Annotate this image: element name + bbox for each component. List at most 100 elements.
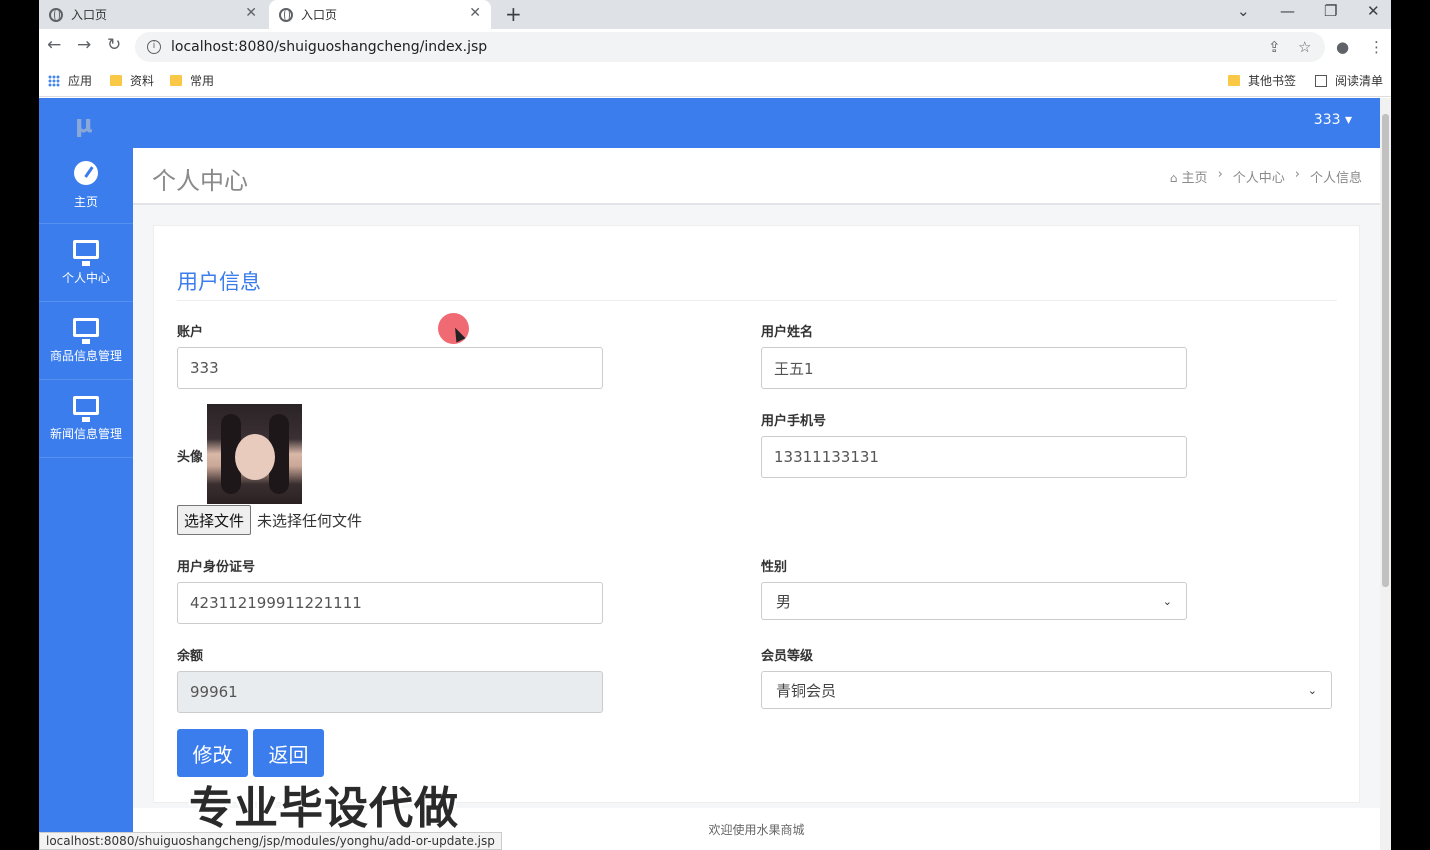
bookmark-label: 常用 [190, 74, 215, 88]
restore-icon[interactable]: ❐ [1324, 2, 1337, 20]
balance-input [177, 671, 603, 713]
breadcrumb-item[interactable]: 个人中心 [1233, 167, 1285, 186]
breadcrumb-current: 个人信息 [1309, 171, 1362, 186]
sidebar-item-label: 新闻信息管理 [49, 426, 122, 441]
bookmark-label: 资料 [130, 74, 155, 88]
name-input[interactable] [761, 347, 1187, 389]
monitor-icon [73, 317, 99, 344]
idcard-input[interactable] [177, 582, 603, 624]
breadcrumb: ⌂ 主页 › 个人中心 › 个人信息 [1170, 167, 1362, 186]
breadcrumb-separator: › [1294, 167, 1300, 182]
app-logo[interactable]: μ [75, 110, 93, 138]
account-input[interactable] [177, 347, 603, 389]
minimize-icon[interactable]: — [1280, 2, 1295, 20]
globe-icon [49, 7, 63, 22]
level-label: 会员等级 [761, 649, 814, 664]
bookmark-other[interactable]: 其他书签 [1228, 72, 1296, 89]
choose-file-button[interactable]: 选择文件 [177, 505, 252, 535]
tab-search-icon[interactable]: ⌄ [1237, 2, 1250, 20]
menu-icon[interactable]: ⋮ [1369, 38, 1384, 56]
idcard-label: 用户身份证号 [177, 560, 256, 575]
bookmarks-bar: 应用 资料 常用 其他书签 阅读清单 [39, 65, 1391, 97]
chevron-down-icon: ⌄ [1162, 594, 1172, 608]
avatar-image [207, 404, 302, 504]
bookmark-apps[interactable]: 应用 [48, 72, 92, 89]
close-tab-icon[interactable]: ✕ [469, 5, 481, 21]
share-icon[interactable]: ⇪ [1268, 38, 1281, 56]
mouse-pointer-icon [450, 325, 466, 343]
sidebar: 主页 个人中心 商品信息管理 新闻信息管理 [39, 148, 133, 850]
tab-title: 入口页 [301, 8, 338, 22]
submit-button[interactable]: 修改 [177, 729, 248, 777]
breadcrumb-separator: › [1217, 167, 1223, 182]
bookmark-label: 应用 [68, 74, 93, 88]
page-header: 个人中心 ⌂ 主页 › 个人中心 › 个人信息 [133, 148, 1380, 205]
folder-icon [110, 75, 122, 86]
close-window-icon[interactable]: ✕ [1367, 2, 1380, 20]
bookmark-folder[interactable]: 常用 [170, 72, 214, 89]
page-scrollbar[interactable] [1380, 98, 1391, 850]
name-label: 用户姓名 [761, 325, 814, 340]
avatar-label: 头像 [177, 450, 204, 465]
gender-value: 男 [776, 592, 792, 611]
profile-icon[interactable]: ● [1336, 38, 1349, 56]
phone-input[interactable] [761, 436, 1187, 478]
divider [177, 300, 1337, 301]
file-status: 未选择任何文件 [257, 512, 363, 530]
reading-list-icon [1315, 74, 1327, 87]
main-content: 个人中心 ⌂ 主页 › 个人中心 › 个人信息 用户信息 账户 用户姓名 头像 [133, 148, 1380, 850]
sidebar-item-label: 商品信息管理 [49, 348, 122, 363]
sidebar-item-news-management[interactable]: 新闻信息管理 [39, 380, 133, 458]
level-select[interactable]: 青铜会员 ⌄ [761, 671, 1332, 709]
bookmark-label: 阅读清单 [1335, 74, 1384, 88]
watermark-overlay: 专业毕设代做 [189, 783, 459, 834]
apps-grid-icon [48, 74, 60, 87]
browser-tab-active[interactable]: 入口页 ✕ [269, 0, 491, 29]
monitor-icon [73, 239, 99, 266]
status-bar-url: localhost:8080/shuiguoshangcheng/jsp/mod… [39, 832, 502, 850]
level-value: 青铜会员 [776, 681, 837, 700]
breadcrumb-home[interactable]: ⌂ 主页 [1170, 167, 1208, 186]
sidebar-item-label: 主页 [73, 195, 98, 209]
dashboard-icon [74, 161, 98, 185]
url-field[interactable]: i localhost:8080/shuiguoshangcheng/index… [135, 32, 1325, 62]
gender-select[interactable]: 男 ⌄ [761, 582, 1187, 620]
sidebar-item-personal-center[interactable]: 个人中心 [39, 224, 133, 302]
sidebar-item-product-management[interactable]: 商品信息管理 [39, 302, 133, 380]
account-label: 账户 [177, 325, 204, 340]
cursor-highlight [438, 313, 469, 344]
gender-label: 性别 [761, 560, 788, 575]
app-header: μ 333 ▾ [39, 98, 1380, 148]
forward-icon[interactable]: → [77, 35, 91, 55]
user-menu[interactable]: 333 ▾ [1314, 112, 1352, 128]
address-bar-row: ← → ↻ i localhost:8080/shuiguoshangcheng… [39, 29, 1391, 65]
reload-icon[interactable]: ↻ [107, 35, 121, 55]
breadcrumb-label: 主页 [1181, 171, 1208, 186]
close-tab-icon[interactable]: ✕ [245, 5, 257, 21]
folder-icon [1228, 75, 1240, 86]
browser-window: 入口页 ✕ 入口页 ✕ + ⌄ — ❐ ✕ ← → ↻ i localhost:… [39, 0, 1391, 850]
site-info-icon[interactable]: i [147, 40, 161, 54]
browser-tab[interactable]: 入口页 ✕ [39, 0, 267, 29]
page-title: 个人中心 [152, 167, 248, 195]
bookmark-folder[interactable]: 资料 [110, 72, 154, 89]
star-icon[interactable]: ☆ [1298, 38, 1311, 56]
bookmark-reading-list[interactable]: 阅读清单 [1315, 72, 1383, 89]
user-info-card: 用户信息 账户 用户姓名 头像 选择文件 未选择任何文件 用户手机号 用户身份证… [153, 225, 1360, 803]
url-text: localhost:8080/shuiguoshangcheng/index.j… [171, 39, 488, 55]
folder-icon [170, 75, 182, 86]
scrollbar-thumb[interactable] [1382, 114, 1389, 587]
back-icon[interactable]: ← [47, 35, 61, 55]
phone-label: 用户手机号 [761, 414, 827, 429]
sidebar-item-label: 个人中心 [61, 270, 110, 285]
sidebar-item-home[interactable]: 主页 [39, 148, 133, 224]
back-button[interactable]: 返回 [253, 729, 324, 777]
card-title: 用户信息 [177, 270, 261, 294]
new-tab-button[interactable]: + [505, 2, 522, 26]
balance-label: 余额 [177, 649, 204, 664]
avatar-face [235, 434, 275, 480]
chevron-down-icon: ⌄ [1307, 683, 1317, 697]
globe-icon [279, 7, 293, 22]
tab-bar: 入口页 ✕ 入口页 ✕ + ⌄ — ❐ ✕ [39, 0, 1391, 29]
monitor-icon [73, 395, 99, 422]
